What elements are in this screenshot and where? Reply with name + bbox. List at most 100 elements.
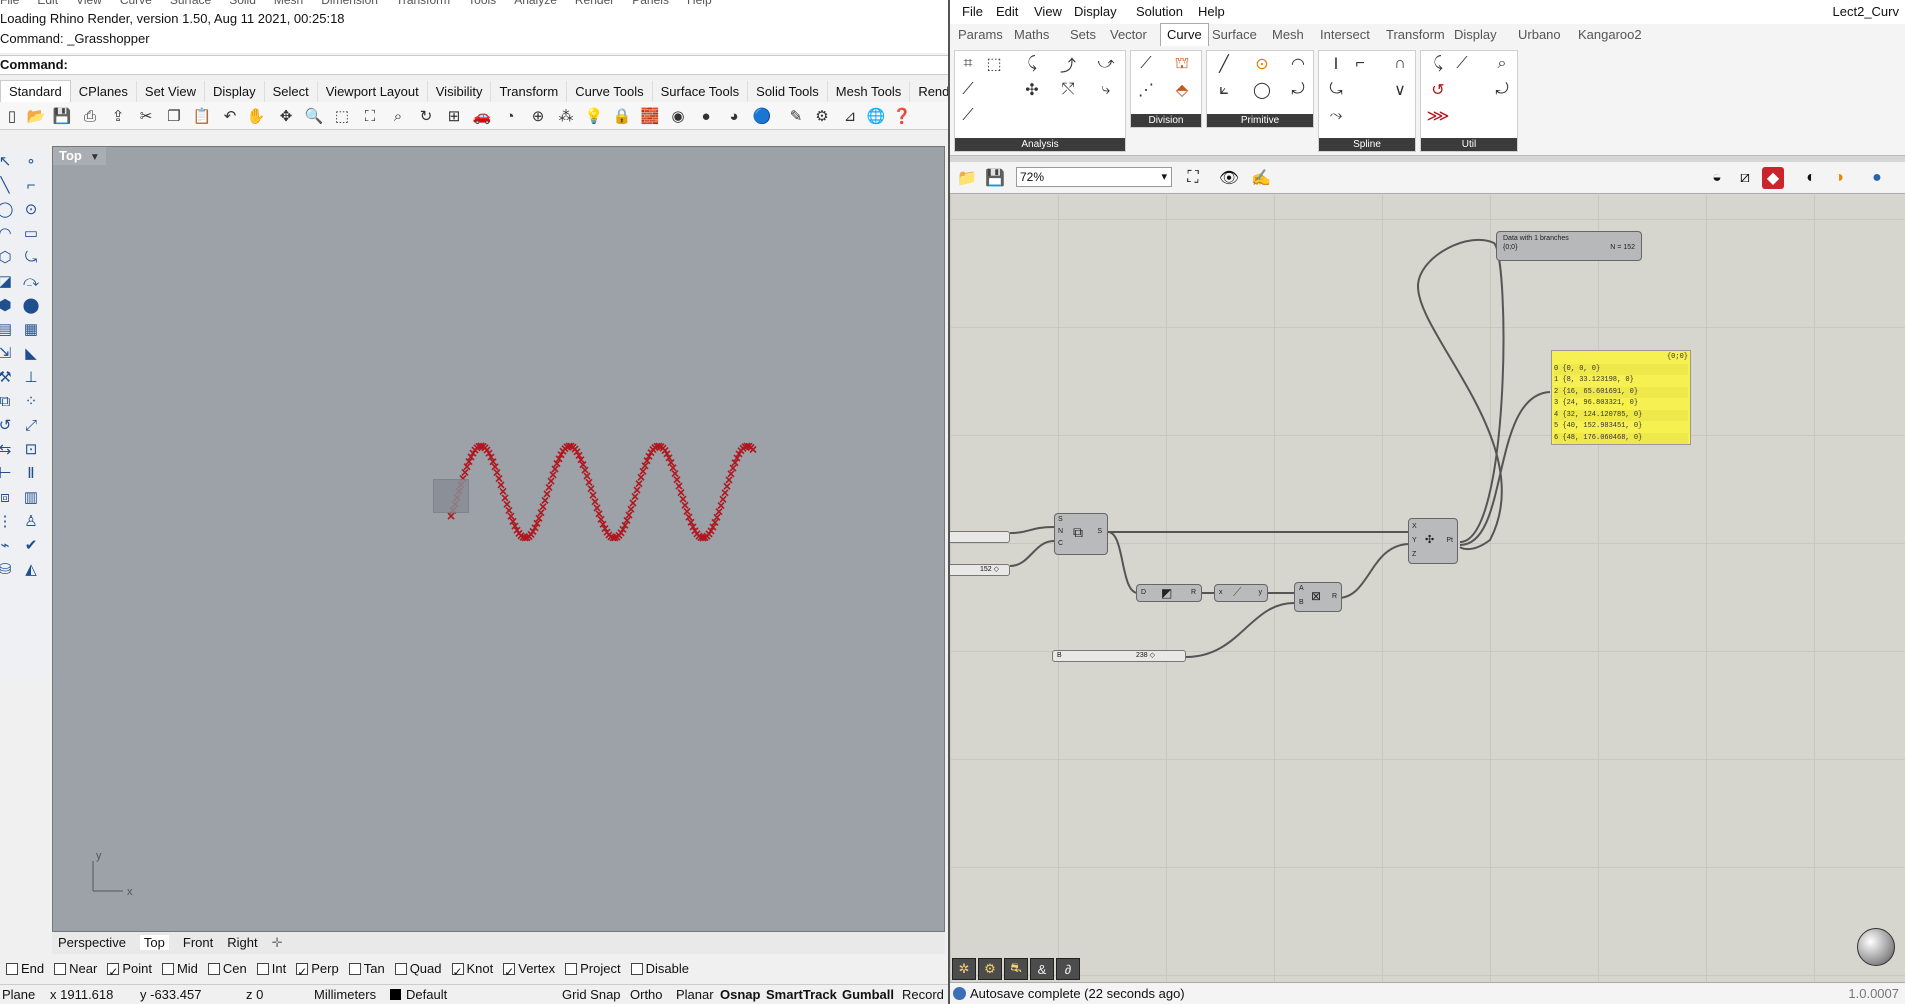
pt-input-x[interactable]: X (1412, 523, 1417, 530)
gh-tab-urbano[interactable]: Urbano (1518, 24, 1561, 46)
bezier-span-icon[interactable]: ⤳ (1325, 105, 1347, 127)
divide-component[interactable]: D ◩ R (1136, 584, 1202, 602)
curve-closest-icon[interactable]: ⤹ (1021, 53, 1043, 75)
zoom-selected-icon[interactable]: ⌕ (388, 106, 408, 126)
osnap-end[interactable]: End (0, 961, 44, 976)
multiply-input-b[interactable]: B (1299, 599, 1304, 606)
command-prompt[interactable]: Command: (0, 55, 948, 75)
gh-tab-transform[interactable]: Transform (1386, 24, 1445, 46)
gh-menu-file[interactable]: File (962, 0, 983, 24)
evaluate-curve-icon[interactable]: ✣ (1021, 79, 1043, 101)
osnap-checkbox[interactable] (107, 961, 120, 983)
point-icon[interactable]: ∘ (20, 150, 42, 172)
extrude-icon[interactable]: ▤ (0, 318, 16, 340)
new-file-icon[interactable]: ▯ (2, 106, 22, 126)
construct-point-component[interactable]: X Y Z ✣ Pt (1408, 518, 1458, 564)
slider-count[interactable]: 152 ◇ (950, 564, 1010, 576)
material-icon[interactable]: 🧱 (640, 106, 660, 126)
cplane-icon[interactable]: ⊕ (528, 106, 548, 126)
split-icon[interactable]: ⚒ (0, 366, 16, 388)
osnap-vertex[interactable]: Vertex (497, 961, 555, 983)
rhino-menu-dimension[interactable]: Dimension (321, 0, 378, 7)
toolbar-tab-standard[interactable]: Standard (0, 80, 71, 102)
toolbar-tab-select[interactable]: Select (265, 81, 318, 102)
osnap-mid[interactable]: Mid (156, 961, 198, 976)
globe-icon[interactable]: 🌐 (866, 106, 886, 126)
pan-icon[interactable]: ✋ (246, 106, 266, 126)
series-input-c[interactable]: C (1058, 540, 1063, 547)
series-component[interactable]: S N C ⧉ S (1054, 513, 1108, 555)
kinky-curve-icon[interactable]: ∨ (1389, 79, 1411, 101)
circle-primitive-icon[interactable]: ⊙ (1251, 53, 1273, 75)
viewport-tab-front[interactable]: Front (183, 935, 213, 950)
line-primitive-icon[interactable]: ╱ (1213, 53, 1235, 75)
curve-icon[interactable]: ⤿ (20, 246, 42, 268)
gh-menu-view[interactable]: View (1034, 0, 1062, 24)
toolbar-tab-visibility[interactable]: Visibility (428, 81, 492, 102)
hatch-icon[interactable]: ▥ (20, 486, 42, 508)
grasshopper-logo-icon[interactable]: ✲ (952, 958, 976, 980)
discontinuity-icon[interactable]: ⤻ (1095, 53, 1117, 75)
preview-wire-icon[interactable]: ◒ (1706, 167, 1728, 189)
settings-gear-icon[interactable]: ⚙ (812, 106, 832, 126)
status-layer[interactable]: Default (406, 985, 447, 1004)
osnap-checkbox[interactable] (394, 963, 407, 975)
rectangle-icon[interactable]: ▭ (20, 222, 42, 244)
sine-input-x[interactable]: x (1219, 589, 1223, 596)
ellipse-icon[interactable]: ⊙ (20, 198, 42, 220)
gh-tab-params[interactable]: Params (958, 24, 1003, 46)
line-sdl-icon[interactable]: ⟀ (1213, 79, 1235, 101)
osnap-checkbox[interactable] (207, 963, 220, 975)
boolean-icon[interactable]: ⧉ (0, 390, 16, 412)
osnap-perp[interactable]: Perp (290, 961, 339, 983)
shatter-icon[interactable]: ⬘ (1171, 79, 1193, 101)
gh-tab-mesh[interactable]: Mesh (1272, 24, 1304, 46)
osnap-tan[interactable]: Tan (343, 961, 385, 976)
select-arrow-icon[interactable]: ↖ (0, 150, 16, 172)
endpoints-icon[interactable]: ⤲ (1057, 79, 1079, 101)
divide-curve-icon[interactable]: ⟋ (1135, 53, 1157, 75)
osnap-checkbox[interactable] (503, 961, 516, 983)
lock-icon[interactable]: 🔒 (612, 106, 632, 126)
block-icon[interactable]: ⧈ (0, 486, 16, 508)
slider-start[interactable] (950, 531, 1010, 543)
explode-icon[interactable]: ↺ (1427, 79, 1449, 101)
gh-tab-kangaroo2[interactable]: Kangaroo2 (1578, 24, 1642, 46)
osnap-int[interactable]: Int (251, 961, 286, 976)
polygon-icon[interactable]: ⬡ (0, 246, 16, 268)
gh-menu-edit[interactable]: Edit (996, 0, 1018, 24)
polyline-icon[interactable]: ⌐ (20, 174, 42, 196)
set-view-icon[interactable]: ◔ (500, 106, 520, 126)
viewport-tab-right[interactable]: Right (227, 935, 257, 950)
curve-side-icon[interactable]: ⟋ (957, 79, 979, 101)
display-material-icon[interactable]: ◑ (1828, 167, 1850, 189)
top-viewport[interactable]: Top ▼ y x (52, 146, 945, 932)
rhino-menu-panels[interactable]: Panels (632, 0, 669, 7)
rotate-icon[interactable]: ↺ (0, 414, 16, 436)
render-sphere-icon[interactable]: 🔵 (752, 106, 772, 126)
status-gumball[interactable]: Gumball (842, 985, 894, 1004)
sphere-icon[interactable]: ⬤ (20, 294, 42, 316)
gh-tab-curve[interactable]: Curve (1160, 23, 1209, 46)
osnap-checkbox[interactable] (6, 963, 18, 975)
preview-selected-icon[interactable]: ◆ (1762, 167, 1784, 189)
status-osnap[interactable]: Osnap (720, 985, 760, 1004)
fillet-icon[interactable]: ◣ (20, 342, 42, 364)
flip-curve-icon[interactable]: ⋙ (1427, 105, 1450, 127)
grid-icon[interactable]: ⋮ (0, 510, 16, 532)
gh-tab-display[interactable]: Display (1454, 24, 1497, 46)
osnap-checkbox[interactable] (296, 961, 309, 983)
series-input-n[interactable]: N (1058, 528, 1063, 535)
rhino-menu-view[interactable]: View (76, 0, 102, 7)
loft-icon[interactable]: ⤼ (20, 270, 42, 292)
join-curves-icon[interactable]: ⟋ (1451, 53, 1473, 75)
paste-icon[interactable]: 📋 (192, 106, 212, 126)
divide-output-r[interactable]: R (1191, 589, 1196, 596)
rhino-menu-tools[interactable]: Tools (468, 0, 496, 7)
fillet-gh-icon[interactable]: ⤹ (1427, 53, 1449, 75)
toolbar-tab-surface-tools[interactable]: Surface Tools (653, 81, 749, 102)
render-tool-icon[interactable]: ◭ (20, 558, 42, 580)
viewport-title[interactable]: Top ▼ (53, 147, 106, 165)
shaded-sphere-icon[interactable]: ● (696, 106, 716, 126)
osnap-project[interactable]: Project (559, 961, 621, 976)
